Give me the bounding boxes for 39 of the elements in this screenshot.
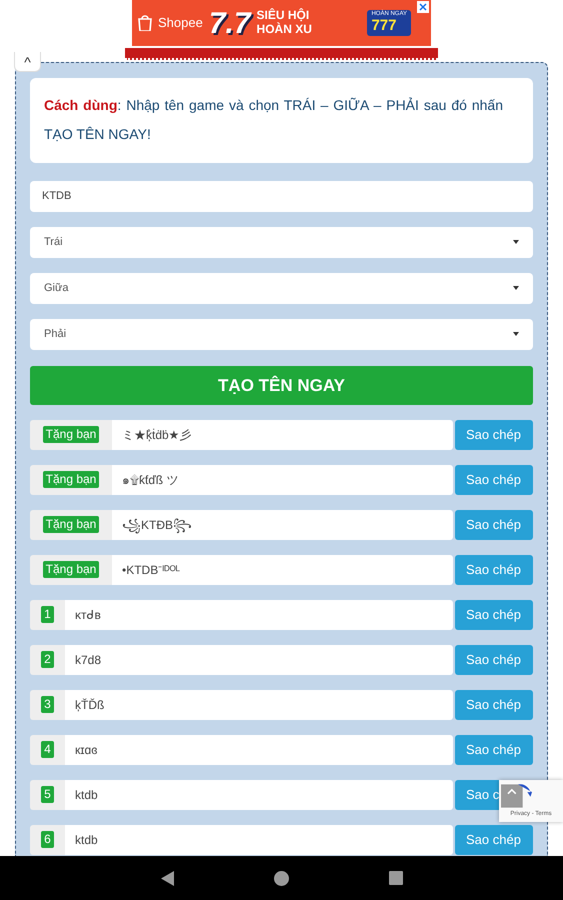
result-field[interactable]: ꧁KTĐB꧂ <box>112 510 453 540</box>
collapse-button[interactable]: ^ <box>14 52 41 72</box>
result-field[interactable]: кɪɑɞ <box>65 734 453 765</box>
close-icon[interactable] <box>417 1 429 13</box>
result-field[interactable]: k7d8 <box>65 644 453 675</box>
gift-badge: Tặng bạn <box>42 561 100 578</box>
number-badge: 6 <box>41 831 54 848</box>
number-badge: 4 <box>41 741 54 758</box>
ad-headline: 7.7 <box>208 6 251 42</box>
instructions-text: Cách dùng: Nhập tên game và chọn TRÁI – GIỮA – PHẢI sau đó nhấn TẠO TÊN NGAY! <box>30 78 533 163</box>
caret-icon <box>513 286 519 290</box>
promo-value: 777 <box>371 18 398 35</box>
result-field[interactable]: ĸтᑯв <box>65 600 453 630</box>
ad-text: HOÀN XU <box>256 23 312 37</box>
select-field[interactable]: Giữa <box>30 272 533 304</box>
shopping-bag-icon <box>138 15 152 31</box>
gift-badge: Tặng bạn <box>42 426 100 444</box>
caret-icon <box>513 332 519 336</box>
result-field[interactable]: •KTDB⁻ᴵᴰᴼᴸ <box>112 554 453 585</box>
name-input[interactable]: KTDB <box>30 180 533 212</box>
select-field[interactable]: Trái <box>30 226 533 258</box>
number-badge: 5 <box>41 786 54 804</box>
caret-icon <box>513 240 519 244</box>
result-field[interactable]: ミ★ķ̊ṫḋḃ★彡 <box>112 420 453 450</box>
result-field[interactable]: ktdb <box>65 824 453 855</box>
gift-badge: Tặng bạn <box>42 516 100 534</box>
number-badge: 1 <box>41 606 54 624</box>
result-field[interactable]: ktdb <box>65 780 453 810</box>
number-badge: 3 <box>41 696 54 714</box>
number-badge: 2 <box>41 651 54 668</box>
recents-icon[interactable] <box>388 871 402 885</box>
gift-badge: Tặng bạn <box>42 471 100 488</box>
result-field[interactable]: ๑۩ƙƭďß ツ <box>112 464 453 495</box>
back-icon[interactable] <box>160 870 174 886</box>
result-field[interactable]: ķŤĎß <box>65 690 453 720</box>
select-field[interactable]: Phải <box>30 318 533 350</box>
home-icon[interactable] <box>274 870 288 886</box>
ad-brand: Shopee <box>158 14 203 32</box>
ad-text: SIÊU HỘI <box>256 9 310 22</box>
